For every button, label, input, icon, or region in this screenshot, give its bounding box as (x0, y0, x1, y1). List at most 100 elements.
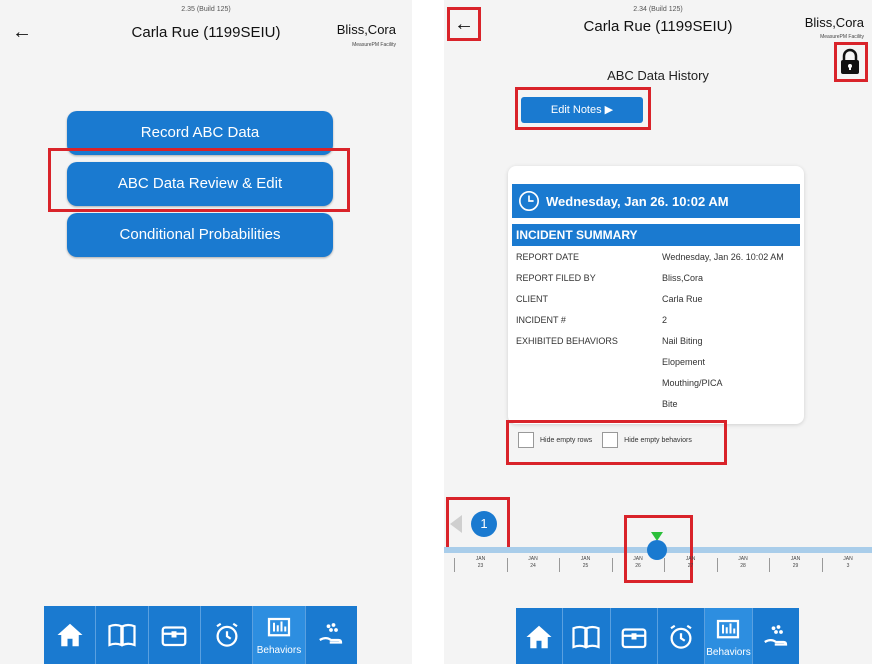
nav-chest[interactable] (149, 606, 201, 664)
play-triangle-icon: ▶ (604, 104, 614, 116)
row-key: CLIENT (516, 294, 549, 304)
abc-data-review-edit-button[interactable]: ABC Data Review & Edit (67, 162, 333, 206)
row-key: EXHIBITED BEHAVIORS (516, 336, 618, 346)
bottom-nav: Behaviors (516, 608, 799, 664)
tick-day: 22 (444, 563, 448, 570)
hand-dots-icon (763, 625, 787, 646)
tick-day: 24 (530, 563, 536, 569)
row-value: Nail Biting (662, 336, 703, 346)
page-indicator[interactable]: 1 (471, 511, 497, 537)
summary-row: INCIDENT # 2 (516, 315, 800, 325)
summary-row: EXHIBITED BEHAVIORS Nail Biting (516, 336, 800, 346)
book-icon (572, 625, 601, 649)
prev-arrow-icon[interactable] (450, 515, 462, 533)
hide-options: Hide empty rows Hide empty behaviors (518, 432, 702, 448)
facility-name: MeasurePM Facility (352, 42, 396, 48)
nav-hand[interactable] (753, 608, 799, 664)
record-abc-data-button[interactable]: Record ABC Data (67, 111, 333, 155)
tick-day: 26 (635, 563, 641, 569)
nav-behaviors-label: Behaviors (256, 645, 302, 656)
nav-behaviors[interactable]: Behaviors (705, 608, 753, 664)
treasure-chest-icon (621, 628, 647, 649)
tick-month: JAN (580, 556, 591, 562)
tick-day: 28 (740, 563, 746, 569)
tick-day: 25 (582, 563, 589, 569)
nav-behaviors[interactable]: Behaviors (253, 606, 306, 664)
facility-name: MeasurePM Facility (820, 34, 864, 40)
timeline-tick-label: JAN22 (444, 556, 448, 570)
behaviors-chart-icon (267, 617, 291, 637)
timeline-tick-line (559, 558, 560, 572)
nav-alarm[interactable] (658, 608, 706, 664)
incident-card: Wednesday, Jan 26. 10:02 AM INCIDENT SUM… (508, 166, 804, 424)
timeline-tick-line (769, 558, 770, 572)
tick-month: JAN (444, 556, 448, 563)
alarm-clock-icon (670, 624, 692, 649)
tick-month: JAN (475, 556, 486, 562)
row-value: Wednesday, Jan 26. 10:02 AM (662, 252, 784, 262)
tick-day: 29 (792, 563, 799, 569)
timeline-tick-label: JAN 3 (828, 556, 868, 570)
edit-notes-label: Edit Notes (550, 104, 602, 116)
row-key: REPORT DATE (516, 252, 580, 262)
nav-hand[interactable] (306, 606, 357, 664)
left-screen: 2.35 (Build 125) ← Carla Rue (1199SEIU) … (0, 0, 412, 664)
nav-home[interactable] (44, 606, 97, 664)
nav-home[interactable] (516, 608, 564, 664)
tick-month: JAN (738, 556, 748, 562)
nav-book[interactable] (96, 606, 149, 664)
row-value: Bliss,Cora (662, 273, 704, 283)
timeline-tick-line (506, 558, 508, 572)
history-title: ABC Data History (607, 68, 709, 83)
timeline-tick-line (454, 558, 455, 572)
user-name: Bliss,Cora (804, 15, 864, 30)
timeline-tick-line (821, 558, 823, 572)
nav-alarm[interactable] (201, 606, 254, 664)
hide-empty-behaviors-checkbox[interactable] (602, 432, 619, 448)
row-key: REPORT FILED BY (516, 273, 596, 283)
nav-behaviors-label: Behaviors (706, 647, 751, 658)
bottom-nav: Behaviors (44, 606, 357, 664)
home-icon (57, 623, 83, 647)
hand-dots-icon (319, 623, 343, 644)
behavior-item: Bite (662, 399, 678, 409)
right-screen: 2.34 (Build 125) ← Carla Rue (1199SEIU) … (444, 0, 872, 664)
build-version: 2.35 (Build 125) (181, 6, 231, 13)
tick-day: 23 (477, 563, 484, 569)
nav-book[interactable] (563, 608, 611, 664)
user-name: Bliss,Cora (336, 22, 396, 37)
behavior-item: Mouthing/PICA (662, 378, 723, 388)
behavior-item: Elopement (662, 357, 706, 367)
clock-icon (519, 191, 539, 211)
card-header: Wednesday, Jan 26. 10:02 AM (512, 184, 800, 218)
conditional-probabilities-button[interactable]: Conditional Probabilities (67, 213, 333, 257)
tick-day: 27 (687, 563, 694, 569)
alarm-clock-icon (216, 622, 238, 647)
timeline-tick-label: JAN 25 (566, 556, 606, 570)
summary-row: CLIENT Carla Rue (516, 294, 800, 304)
incident-summary-title: INCIDENT SUMMARY (512, 224, 800, 246)
hide-empty-rows-checkbox[interactable] (518, 432, 534, 448)
build-version: 2.34 (Build 125) (633, 6, 683, 13)
card-date: Wednesday, Jan 26. 10:02 AM (546, 193, 729, 209)
tick-month: JAN (633, 556, 643, 562)
hide-empty-behaviors-label: Hide empty behaviors (624, 436, 692, 444)
summary-row: REPORT DATE Wednesday, Jan 26. 10:02 AM (516, 252, 800, 262)
row-key: INCIDENT # (516, 315, 566, 325)
treasure-chest-icon (161, 626, 187, 647)
book-icon (108, 623, 136, 647)
edit-notes-button[interactable]: Edit Notes ▶ (521, 97, 643, 123)
timeline-tick-line (664, 558, 665, 572)
tick-month: JAN (843, 556, 853, 562)
tick-day: 3 (846, 563, 850, 569)
tick-month: JAN (685, 556, 696, 562)
timeline-tick-line (611, 558, 613, 572)
timeline-tick-label: JAN 26 (618, 556, 658, 570)
timeline-tick-label: JAN 24 (513, 556, 553, 570)
row-value: 2 (662, 315, 668, 325)
nav-chest[interactable] (611, 608, 658, 664)
behaviors-chart-icon (717, 619, 740, 639)
tick-month: JAN (790, 556, 801, 562)
summary-row: REPORT FILED BY Bliss,Cora (516, 273, 800, 283)
hide-empty-rows-label: Hide empty rows (540, 436, 593, 444)
